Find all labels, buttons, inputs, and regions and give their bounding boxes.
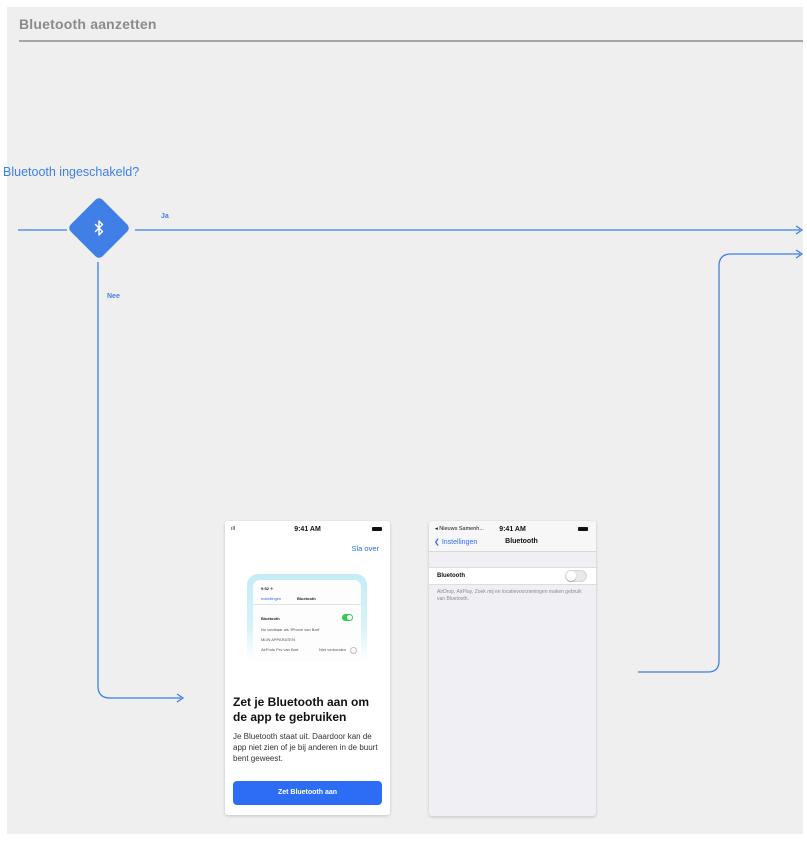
bluetooth-row-label: Bluetooth xyxy=(437,573,465,579)
bluetooth-toggle[interactable] xyxy=(565,570,587,582)
illustration-time: 9:52 ✈ xyxy=(261,586,274,591)
bluetooth-prompt-screen: ıll 9:41 AM Sla over 9:52 ✈ Instellingen… xyxy=(225,521,390,815)
illustration-nav-title: Bluetooth xyxy=(297,596,316,601)
skip-button[interactable]: Sla over xyxy=(351,544,379,553)
illustration-nav-back: Instellingen xyxy=(261,596,282,601)
illustration-line-3-value: Niet verbonden xyxy=(319,647,347,652)
flow-connectors xyxy=(18,198,804,703)
settings-navigation-bar: ◂ Nieuws Samenh... 9:41 AM ❮ Instellinge… xyxy=(429,521,596,552)
battery-icon xyxy=(372,527,382,531)
illustration-line-1: Nu vindbaar als 'iPhone van Bart' xyxy=(261,627,320,632)
ios-bluetooth-settings-screen: ◂ Nieuws Samenh... 9:41 AM ❮ Instellinge… xyxy=(429,521,596,816)
illustration-phone-screen: 9:52 ✈ Instellingen Bluetooth Bluetooth … xyxy=(253,580,361,662)
status-bar: ıll 9:41 AM xyxy=(225,521,390,537)
settings-nav-title: Bluetooth xyxy=(505,538,538,545)
prompt-headline: Zet je Bluetooth aan om de app te gebrui… xyxy=(233,695,370,724)
bluetooth-setting-row: Bluetooth xyxy=(429,567,596,585)
bluetooth-footnote: AirDrop, AirPlay, Zoek mij en locatievoo… xyxy=(437,589,582,602)
status-time: 9:41 AM xyxy=(499,526,526,533)
no-label: Nee xyxy=(107,293,120,300)
status-bar: ◂ Nieuws Samenh... 9:41 AM xyxy=(429,521,596,537)
bluetooth-settings-illustration: 9:52 ✈ Instellingen Bluetooth Bluetooth … xyxy=(247,574,367,662)
yes-label: Ja xyxy=(161,213,169,220)
connector-no xyxy=(97,262,181,699)
connector-merge xyxy=(638,253,800,673)
illustration-spinner xyxy=(350,647,357,654)
illustration-line-2: MIJN APPARATEN xyxy=(261,637,295,642)
illustration-line-3: AirPods Pro van Bart xyxy=(261,647,299,652)
illustration-row-label: Bluetooth xyxy=(261,616,280,621)
battery-icon xyxy=(578,527,588,531)
illustration-toggle-on xyxy=(342,614,353,621)
prompt-body: Je Bluetooth staat uit. Daardoor kan de … xyxy=(233,732,378,763)
enable-bluetooth-button[interactable]: Zet Bluetooth aan xyxy=(233,781,382,805)
status-time: 9:41 AM xyxy=(294,526,321,533)
decision-diamond xyxy=(69,198,129,258)
illustration-divider xyxy=(253,604,361,605)
